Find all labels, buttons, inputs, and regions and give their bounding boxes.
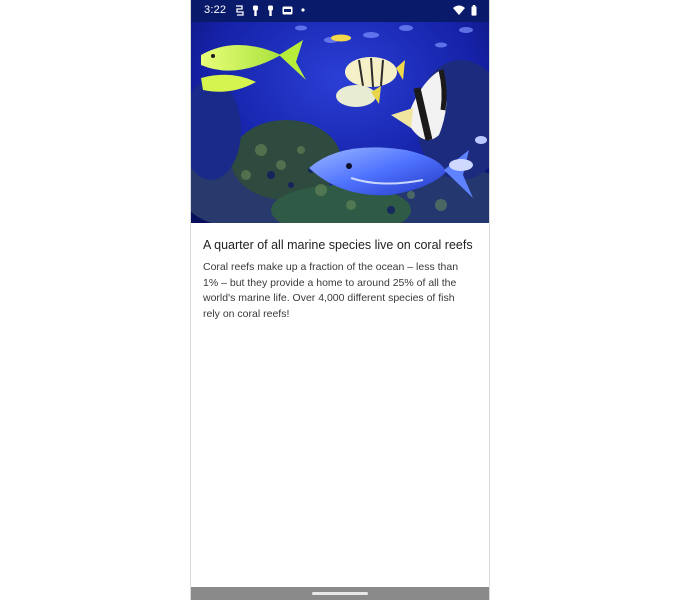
hero-image [191,0,489,223]
sync-icon [235,4,244,16]
status-icons-right [453,4,477,16]
home-gesture-handle[interactable] [312,592,368,595]
article-body: Coral reefs make up a fraction of the oc… [203,261,459,320]
status-icons-left [235,4,305,16]
article-title: A quarter of all marine species live on … [203,238,473,252]
battery-icon [471,4,477,16]
screen: 3:22 A quarter of all marine species liv… [0,0,680,600]
article: A quarter of all marine species live on … [203,233,475,322]
sim-icon [282,6,293,15]
phone-frame: 3:22 A quarter of all marine species liv… [190,0,490,600]
status-bar: 3:22 [191,0,489,22]
notification-icon [252,5,259,16]
dot-icon [301,8,305,12]
wifi-icon [453,5,465,15]
status-time: 3:22 [204,4,227,16]
notification-icon [267,5,274,16]
navigation-bar [191,587,489,600]
